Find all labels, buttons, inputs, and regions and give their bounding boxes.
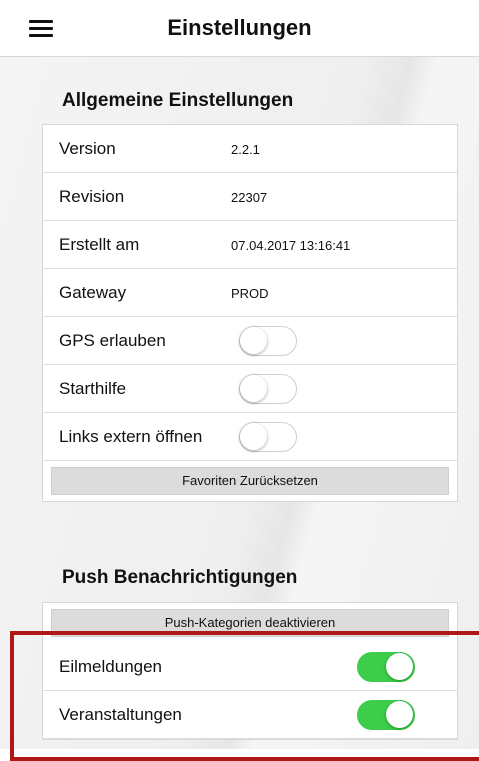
- reset-favorites-button[interactable]: Favoriten Zurücksetzen: [51, 467, 449, 495]
- setting-label: Revision: [59, 187, 125, 206]
- deactivate-push-categories-button[interactable]: Push-Kategorien deaktivieren: [51, 609, 449, 637]
- settings-content[interactable]: Allgemeine Einstellungen Version 2.2.1 R…: [0, 57, 479, 749]
- setting-row-gps: GPS erlauben: [43, 317, 457, 365]
- general-settings-title: Allgemeine Einstellungen: [62, 90, 294, 111]
- setting-row-gateway: Gateway PROD: [43, 269, 457, 317]
- starthilfe-toggle[interactable]: [239, 374, 297, 404]
- page-title: Einstellungen: [167, 15, 312, 40]
- setting-row-external-links: Links extern öffnen: [43, 413, 457, 461]
- setting-row-revision: Revision 22307: [43, 173, 457, 221]
- setting-value: PROD: [231, 286, 269, 301]
- setting-label: Links extern öffnen: [59, 427, 203, 446]
- setting-label: Gateway: [59, 283, 127, 302]
- toggle-knob: [386, 701, 413, 728]
- eilmeldungen-toggle[interactable]: [357, 652, 415, 682]
- push-row-veranstaltungen: Veranstaltungen: [43, 691, 457, 739]
- setting-label: Veranstaltungen: [59, 705, 182, 724]
- toggle-knob: [240, 327, 267, 354]
- toggle-knob: [386, 653, 413, 680]
- setting-value: 22307: [231, 190, 268, 205]
- general-settings-panel: Version 2.2.1 Revision 22307 Erstellt am…: [42, 124, 458, 502]
- setting-label: GPS erlauben: [59, 331, 166, 350]
- setting-label: Erstellt am: [59, 235, 140, 254]
- toggle-knob: [240, 375, 267, 402]
- app-header: Einstellungen: [0, 0, 479, 57]
- push-row-eilmeldungen: Eilmeldungen: [43, 643, 457, 691]
- setting-label: Eilmeldungen: [59, 657, 163, 676]
- setting-row-created: Erstellt am 07.04.2017 13:16:41: [43, 221, 457, 269]
- push-notifications-title: Push Benachrichtigungen: [62, 567, 298, 588]
- external-links-toggle[interactable]: [239, 422, 297, 452]
- veranstaltungen-toggle[interactable]: [357, 700, 415, 730]
- setting-value: 07.04.2017 13:16:41: [231, 238, 351, 253]
- setting-value: 2.2.1: [231, 142, 260, 157]
- gps-toggle[interactable]: [239, 326, 297, 356]
- setting-label: Starthilfe: [59, 379, 127, 398]
- setting-label: Version: [59, 139, 116, 158]
- toggle-knob: [240, 423, 267, 450]
- setting-row-version: Version 2.2.1: [43, 125, 457, 173]
- setting-row-starthilfe: Starthilfe: [43, 365, 457, 413]
- push-settings-panel: Push-Kategorien deaktivieren Eilmeldunge…: [42, 602, 458, 740]
